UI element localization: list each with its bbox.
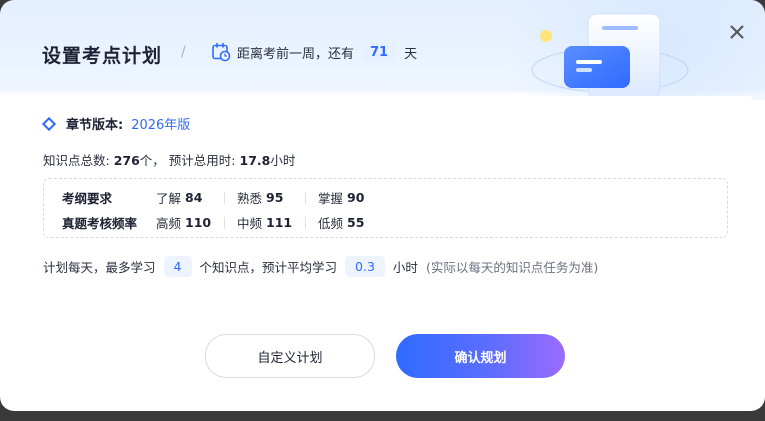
book-illustration-icon — [531, 13, 689, 98]
stat-label: 中频 — [237, 216, 263, 231]
calendar-clock-icon — [212, 42, 231, 62]
stat-item: 低频 55 — [318, 213, 364, 232]
kp-total-count: 276 — [113, 153, 140, 168]
countdown-days-badge: 71 — [362, 42, 397, 62]
time-total-unit: 小时 — [270, 153, 296, 168]
knowledge-totals: 知识点总数: 276个， 预计总用时: 17.8小时 — [43, 150, 295, 169]
countdown-suffix: 天 — [404, 46, 418, 62]
stat-value: 95 — [266, 190, 284, 205]
stat-item: 中频 111 — [237, 213, 293, 232]
divider — [224, 191, 225, 204]
stat-item: 熟悉 95 — [237, 188, 293, 207]
edition-label: 章节版本: — [66, 118, 124, 133]
knowledge-stats-box: 考纲要求 了解 84 熟悉 95 掌握 90 真题考核频率 高频 110 中频 … — [43, 178, 728, 238]
divider — [224, 216, 225, 229]
title-separator: / — [181, 44, 186, 60]
stat-label: 低频 — [318, 216, 344, 231]
edition-value[interactable]: 2026年版 — [131, 114, 190, 133]
kp-total-label: 知识点总数: — [43, 153, 110, 168]
plan-prefix: 计划每天，最多学习 — [43, 260, 156, 275]
exam-frequency-row: 真题考核频率 高频 110 中频 111 低频 55 — [62, 213, 364, 232]
plan-settings-dialog: 设置考点计划 / 距离考前一周，还有 71 天 章节版本: 2026年版 知识点… — [0, 0, 765, 411]
stat-item: 掌握 90 — [318, 188, 364, 207]
stat-value: 55 — [347, 215, 365, 230]
plan-suffix: 小时 — [392, 260, 418, 275]
stat-item: 了解 84 — [156, 188, 212, 207]
kp-per-day-input[interactable]: 4 — [163, 256, 192, 277]
daily-plan-line: 计划每天，最多学习 4 个知识点，预计平均学习 0.3 小时 (实际以每天的知识… — [43, 256, 598, 277]
hours-per-day-input[interactable]: 0.3 — [345, 256, 385, 277]
stat-value: 111 — [266, 215, 293, 230]
dialog-title: 设置考点计划 — [42, 45, 163, 67]
syllabus-row: 考纲要求 了解 84 熟悉 95 掌握 90 — [62, 188, 364, 207]
plan-middle: 个知识点，预计平均学习 — [199, 260, 338, 275]
stat-label: 高频 — [156, 216, 182, 231]
divider — [305, 191, 306, 204]
plan-content-panel: 章节版本: 2026年版 知识点总数: 276个， 预计总用时: 17.8小时 … — [8, 96, 758, 401]
divider — [305, 216, 306, 229]
kp-total-unit: 个， — [139, 153, 165, 168]
custom-plan-button[interactable]: 自定义计划 — [205, 334, 375, 378]
countdown-prefix: 距离考前一周，还有 — [237, 46, 355, 62]
stat-value: 110 — [185, 215, 212, 230]
row-header: 真题考核频率 — [62, 216, 138, 231]
exam-countdown: 距离考前一周，还有 71 天 — [211, 40, 417, 64]
time-total-label: 预计总用时: — [168, 153, 236, 168]
stat-label: 掌握 — [318, 191, 344, 206]
time-total-value: 17.8 — [239, 153, 271, 168]
close-icon[interactable] — [727, 22, 747, 42]
stat-label: 熟悉 — [237, 191, 263, 206]
diamond-bullet-icon — [41, 116, 57, 131]
plan-note: (实际以每天的知识点任务为准) — [425, 260, 599, 275]
confirm-plan-button[interactable]: 确认规划 — [396, 334, 565, 378]
row-header: 考纲要求 — [62, 191, 113, 206]
stat-item: 高频 110 — [156, 213, 212, 232]
stat-value: 84 — [185, 190, 203, 205]
stat-value: 90 — [347, 190, 365, 205]
chapter-edition: 章节版本: 2026年版 — [41, 114, 190, 133]
stat-label: 了解 — [156, 191, 182, 206]
